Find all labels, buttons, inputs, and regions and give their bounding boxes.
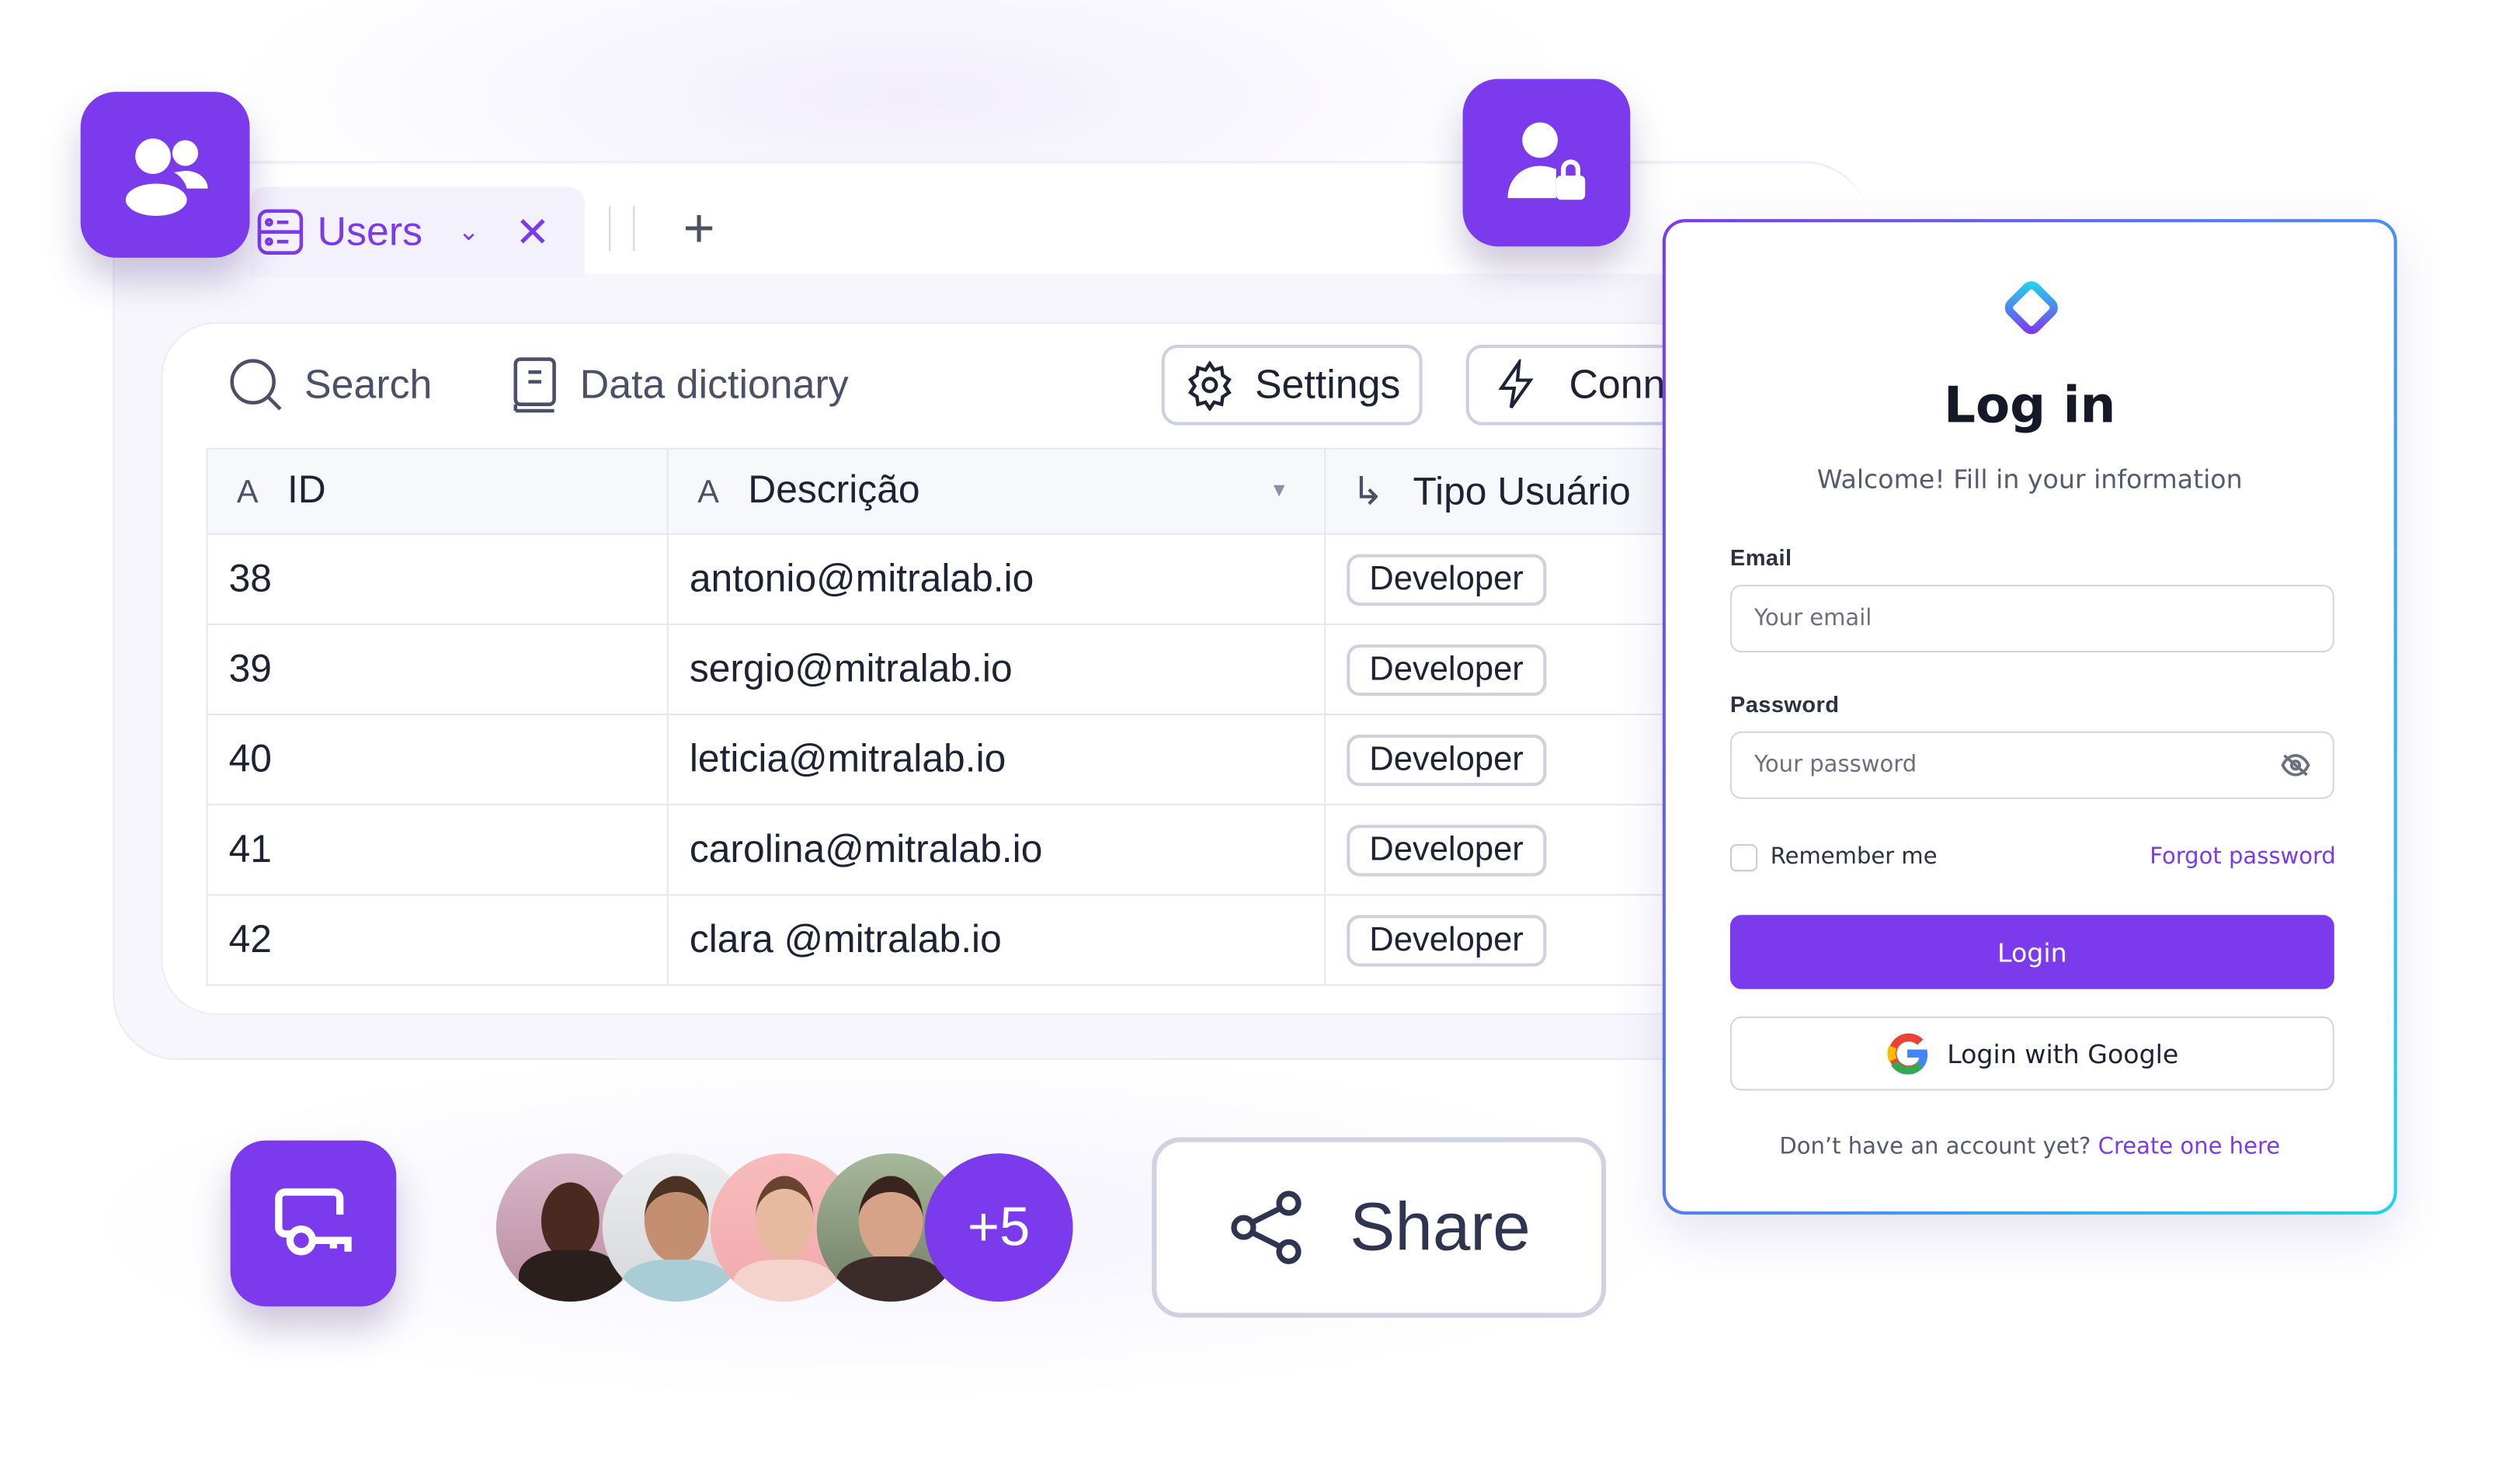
share-button[interactable]: Share [1152, 1137, 1607, 1318]
table-cell[interactable]: Developer [1325, 805, 1706, 896]
tab-label: Users [317, 208, 423, 254]
password-label: Password [1729, 690, 1840, 718]
share-icon [1231, 1190, 1302, 1264]
login-title: Log in [1944, 377, 2116, 436]
sort-caret-icon[interactable]: ▼ [1270, 478, 1289, 501]
table-cell[interactable]: 40 [207, 714, 669, 806]
email-placeholder: Your email [1754, 605, 1872, 632]
password-placeholder: Your password [1754, 752, 1917, 778]
more-avatars-badge[interactable]: +5 [924, 1153, 1073, 1302]
type-badge: Developer [1347, 733, 1546, 786]
table-row[interactable]: 42 clara @mitralab.io Developer [207, 895, 1706, 986]
table-card: Search Data dictionary Settings Conn A ID… [161, 321, 1708, 1015]
column-header-tipo-usuario[interactable]: ↳ Tipo Usuário [1325, 448, 1706, 535]
table-cell[interactable]: sergio@mitralab.io [667, 624, 1326, 716]
data-dictionary-label: Data dictionary [579, 361, 849, 407]
users-tile [80, 92, 250, 258]
column-header-id[interactable]: A ID [207, 448, 669, 535]
remember-label[interactable]: Remember me [1771, 844, 1938, 870]
key-tile [230, 1140, 397, 1307]
table-cell[interactable]: antonio@mitralab.io [667, 533, 1326, 625]
table-cell[interactable]: leticia@mitralab.io [667, 714, 1326, 806]
table-cell[interactable]: carolina@mitralab.io [667, 805, 1326, 896]
tab-users[interactable]: Users ⌄ ✕ [249, 186, 586, 277]
table-cell[interactable]: Developer [1325, 895, 1706, 986]
google-login-button[interactable]: Login with Google [1729, 1016, 2334, 1091]
chevron-down-icon[interactable]: ⌄ [458, 216, 480, 248]
table-row[interactable]: 39 sergio@mitralab.io Developer [207, 624, 1706, 716]
settings-label: Settings [1254, 361, 1401, 407]
book-icon [513, 357, 556, 413]
remember-checkbox[interactable] [1729, 843, 1758, 872]
type-badge: Developer [1347, 914, 1546, 966]
create-account-link[interactable]: Create one here [2098, 1134, 2280, 1159]
google-button-label: Login with Google [1947, 1037, 2179, 1069]
table-cell[interactable]: 41 [207, 805, 669, 896]
password-field[interactable]: Your password [1729, 731, 2334, 799]
table-cell[interactable]: 39 [207, 624, 669, 716]
column-header-descricao[interactable]: A Descrição ▼ [667, 448, 1326, 535]
login-card: Log in Walcome! Fill in your information… [1662, 219, 2397, 1215]
table-cell[interactable]: 38 [207, 533, 669, 625]
share-label: Share [1350, 1188, 1531, 1265]
eye-off-icon[interactable] [2281, 754, 2310, 777]
users-table: A ID A Descrição ▼ ↳ Tipo Usuário 38 antonio@… [206, 447, 1706, 986]
table-row[interactable]: 38 antonio@mitralab.io Developer [207, 533, 1706, 625]
logo-icon [2004, 281, 2058, 335]
tab-divider [609, 206, 635, 252]
forgot-password-link[interactable]: Forgot password [2150, 844, 2336, 870]
email-label: Email [1729, 544, 1792, 571]
lightning-icon [1498, 359, 1534, 409]
type-badge: Developer [1347, 824, 1546, 876]
type-badge: Developer [1347, 553, 1546, 605]
table-cell[interactable]: Developer [1325, 714, 1706, 806]
search-button[interactable]: Search [227, 356, 432, 414]
table-cell[interactable]: 42 [207, 895, 669, 986]
table-header: A ID A Descrição ▼ ↳ Tipo Usuário [207, 448, 1706, 535]
table-row[interactable]: 40 leticia@mitralab.io Developer [207, 714, 1706, 806]
close-icon[interactable]: ✕ [515, 207, 550, 257]
table-row[interactable]: 41 carolina@mitralab.io Developer [207, 805, 1706, 896]
search-icon [230, 359, 282, 411]
user-lock-tile [1462, 78, 1631, 247]
login-button[interactable]: Login [1729, 915, 2334, 989]
login-subtitle: Walcome! Fill in your information [1816, 464, 2243, 495]
key-icon [274, 1187, 351, 1255]
type-badge: Developer [1347, 643, 1546, 696]
table-cell[interactable]: Developer [1325, 624, 1706, 716]
google-icon [1886, 1033, 1927, 1075]
signup-prompt: Don’t have an account yet? Create one he… [1779, 1134, 2281, 1160]
table-cell[interactable]: Developer [1325, 533, 1706, 625]
settings-button[interactable]: Settings [1161, 344, 1423, 426]
users-icon [124, 137, 207, 215]
user-lock-icon [1507, 122, 1586, 200]
search-label: Search [304, 361, 433, 407]
gear-icon [1187, 360, 1232, 411]
add-tab-icon[interactable]: + [683, 196, 715, 261]
table-cell[interactable]: clara @mitralab.io [667, 895, 1326, 986]
email-field[interactable]: Your email [1729, 585, 2334, 653]
table-icon [257, 209, 304, 255]
data-dictionary-button[interactable]: Data dictionary [509, 356, 849, 414]
connect-label: Conn [1569, 361, 1666, 407]
